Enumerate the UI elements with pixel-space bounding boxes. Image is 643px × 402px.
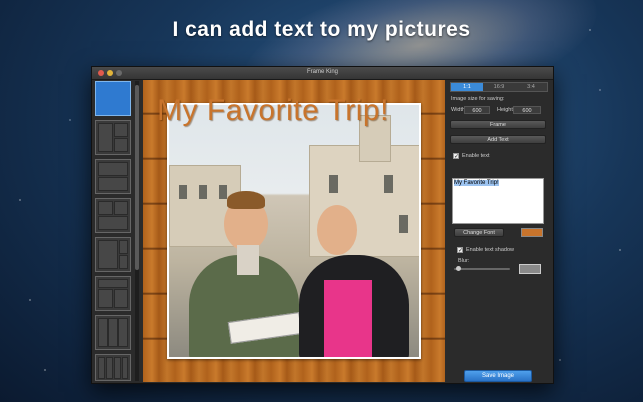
ratio-1-1[interactable]: 1:1 <box>451 83 483 91</box>
layout-two-rows[interactable] <box>95 159 131 194</box>
aspect-ratio-control[interactable]: 1:1 16:9 3:4 <box>450 82 548 92</box>
blur-slider[interactable] <box>454 266 510 271</box>
width-label: Width <box>451 107 466 113</box>
change-font-button[interactable]: Change Font <box>454 228 504 237</box>
frame-button[interactable]: Frame <box>450 120 546 129</box>
promo-headline: I can add text to my pictures <box>172 18 471 41</box>
blur-label: Blur: <box>458 258 470 264</box>
ratio-3-4[interactable]: 3:4 <box>515 83 547 91</box>
scrollbar-thumb[interactable] <box>135 85 139 270</box>
text-color-swatch[interactable] <box>521 228 543 237</box>
enable-shadow-checkbox[interactable]: ✓ <box>457 247 463 254</box>
layout-grid-four[interactable] <box>95 198 131 233</box>
layout-top-wide[interactable] <box>95 276 131 311</box>
blur-slider-knob[interactable] <box>456 266 461 271</box>
text-input-value: My Favorite Trip! <box>454 180 499 186</box>
layout-three-columns[interactable] <box>95 315 131 350</box>
window-title: Frame King <box>306 69 338 75</box>
ratio-16-9[interactable]: 16:9 <box>483 83 515 91</box>
settings-panel: 1:1 16:9 3:4 Image size for saving: Widt… <box>448 80 551 382</box>
frame-canvas[interactable]: My Favorite Trip! <box>143 80 445 382</box>
overlay-text[interactable]: My Favorite Trip! <box>148 94 398 128</box>
layout-split-left-right-stack[interactable] <box>95 120 131 155</box>
title-bar[interactable]: Frame King <box>92 67 553 80</box>
layout-left-wide[interactable] <box>95 237 131 272</box>
photo-frame[interactable] <box>167 103 421 359</box>
layout-list <box>95 81 133 381</box>
text-input[interactable]: My Favorite Trip! <box>452 178 544 224</box>
layout-four-columns[interactable] <box>95 354 131 381</box>
save-image-button[interactable]: Save Image <box>464 370 532 382</box>
enable-text-checkbox[interactable]: ✓ <box>453 153 459 160</box>
height-label: Height <box>497 107 513 113</box>
width-field[interactable]: 600 <box>464 106 490 114</box>
height-field[interactable]: 600 <box>513 106 541 114</box>
enable-text-label: Enable text <box>462 153 490 159</box>
shadow-color-swatch[interactable] <box>519 264 541 274</box>
layout-single[interactable] <box>95 81 131 116</box>
image-size-label: Image size for saving: <box>451 96 505 102</box>
travel-photo <box>169 105 419 357</box>
add-text-button[interactable]: Add Text <box>450 135 546 144</box>
layout-scrollbar[interactable] <box>135 81 139 381</box>
app-window: Frame King My Favorite Trip! 1:1 16:9 3:… <box>91 66 554 384</box>
enable-shadow-label: Enable text shadow <box>466 247 515 253</box>
